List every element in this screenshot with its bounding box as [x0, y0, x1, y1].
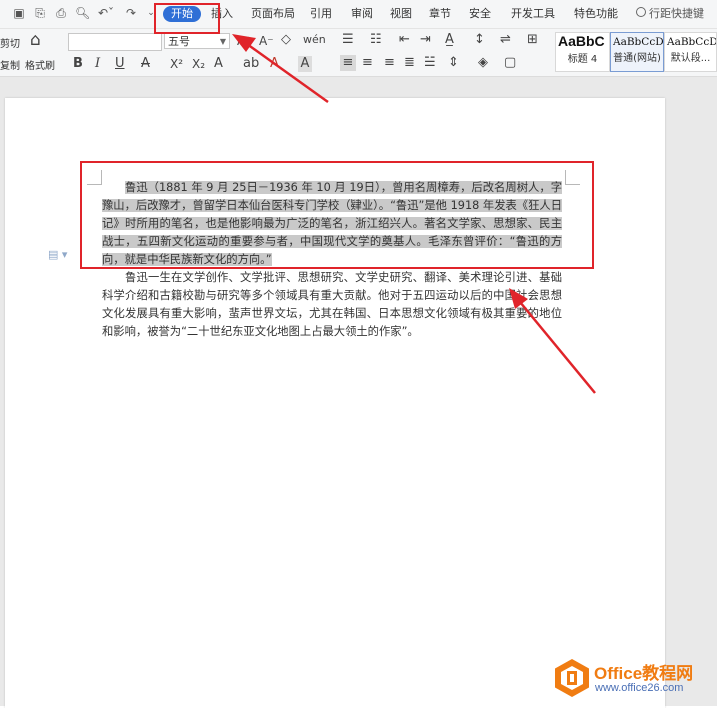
bullet-list-icon[interactable]: ☰	[342, 32, 354, 48]
tab-view[interactable]: 视图	[390, 6, 412, 22]
chinese-layout-icon[interactable]: A̲	[445, 32, 454, 48]
style-heading4-name: 标题 4	[567, 54, 598, 65]
shading-icon[interactable]: ◈	[478, 55, 488, 71]
tab-developer[interactable]: 开发工具	[511, 6, 555, 22]
italic-icon[interactable]: I	[95, 56, 100, 72]
cut-button[interactable]: 剪切	[0, 35, 20, 50]
ribbon-toolbar: 剪切 复制 ⌂ 格式刷 五号 ▼ A⁺ A⁻ ◇ wén B I U A X² …	[0, 29, 717, 77]
font-color-icon[interactable]: A	[270, 56, 279, 72]
copy-button[interactable]: 复制	[0, 57, 20, 72]
style-default-paragraph[interactable]: AaBbCcDd 默认段...	[664, 32, 717, 72]
font-name-dropdown[interactable]	[68, 33, 162, 51]
tab-features[interactable]: 特色功能	[574, 6, 618, 22]
highlight-box-selected-paragraph	[80, 161, 594, 269]
justify-icon[interactable]: ≣	[404, 55, 415, 71]
char-shading-icon[interactable]: A	[298, 56, 312, 72]
highlight-box-start-tab	[154, 3, 220, 34]
highlight-icon[interactable]: ab	[243, 56, 259, 72]
line-spacing-icon[interactable]: ⇕	[448, 55, 459, 71]
format-painter-button[interactable]: 格式刷	[25, 57, 55, 72]
numbered-list-icon[interactable]: ☷	[370, 32, 382, 48]
table-border-icon[interactable]: ⊞	[527, 32, 538, 48]
align-center-icon[interactable]: ≡	[362, 55, 373, 71]
menu-bar: ▣ ⎘ ⎙ 🔍︎ ↶ˇ ↷ ⌄ 开始 插入 页面布局 引用 审阅 视图 章节 安…	[0, 0, 717, 29]
watermark-url: www.office26.com	[595, 682, 684, 694]
tab-security[interactable]: 安全	[469, 6, 491, 22]
superscript-icon[interactable]: X²	[170, 56, 183, 72]
increase-indent-icon[interactable]: ⇥	[420, 32, 431, 48]
search-icon	[636, 7, 646, 17]
style-normal-web-name: 普通(网站)	[613, 53, 661, 64]
export-pdf-icon[interactable]: ⎘	[33, 6, 47, 20]
style-normal-web[interactable]: AaBbCcD 普通(网站)	[610, 32, 664, 72]
print-preview-icon[interactable]: 🔍︎	[75, 6, 90, 20]
style-default-name: 默认段...	[670, 53, 711, 64]
chevron-down-icon: ▼	[219, 37, 226, 46]
tab-chapter[interactable]: 章节	[429, 6, 451, 22]
font-size-dropdown[interactable]: 五号 ▼	[164, 33, 230, 49]
show-marks-icon[interactable]: ⇌	[500, 32, 511, 48]
paragraph-options-icon[interactable]: ▤ ▾	[48, 248, 67, 261]
tab-references[interactable]: 引用	[310, 6, 332, 22]
distributed-icon[interactable]: ☱	[424, 55, 436, 71]
sort-icon[interactable]: ↕	[474, 32, 485, 48]
align-right-icon[interactable]: ≡	[384, 55, 395, 71]
paragraph-2[interactable]: 鲁迅一生在文学创作、文学批评、思想研究、文学史研究、翻译、美术理论引进、基础科学…	[102, 269, 562, 341]
format-painter-icon[interactable]: ⌂	[30, 32, 41, 49]
decrease-indent-icon[interactable]: ⇤	[399, 32, 410, 48]
subscript-icon[interactable]: X₂	[192, 56, 205, 72]
tab-page-layout[interactable]: 页面布局	[251, 6, 295, 22]
watermark-logo: Office教程网 www.office26.com	[552, 656, 714, 702]
watermark-title: Office教程网	[594, 664, 694, 683]
clear-format-icon[interactable]: ◇	[281, 32, 291, 48]
font-size-value: 五号	[168, 35, 190, 48]
office-logo-icon	[555, 659, 589, 697]
bold-icon[interactable]: B	[73, 56, 83, 72]
command-search[interactable]: 行距快捷键	[636, 6, 704, 22]
redo-icon[interactable]: ↷	[124, 6, 138, 20]
style-heading4[interactable]: AaBbC 标题 4	[555, 32, 610, 72]
text-effect-icon[interactable]: A	[214, 56, 223, 72]
align-left-icon[interactable]: ≡	[340, 55, 356, 71]
increase-font-size-icon[interactable]: A⁺	[237, 33, 252, 49]
tab-review[interactable]: 审阅	[351, 6, 373, 22]
style-normal-web-preview: AaBbCcD	[613, 36, 664, 48]
undo-icon[interactable]: ↶ˇ	[96, 6, 116, 20]
borders-icon[interactable]: ▢	[504, 55, 516, 71]
phonetic-guide-icon[interactable]: wén	[303, 32, 326, 48]
underline-icon[interactable]: U	[115, 56, 125, 72]
decrease-font-size-icon[interactable]: A⁻	[259, 33, 274, 49]
command-search-label: 行距快捷键	[649, 7, 704, 20]
style-heading4-preview: AaBbC	[558, 33, 605, 49]
style-default-preview: AaBbCcDd	[667, 36, 717, 48]
save-icon[interactable]: ▣	[12, 6, 26, 20]
print-icon[interactable]: ⎙	[54, 6, 68, 20]
strikethrough-icon[interactable]: A	[141, 56, 150, 72]
